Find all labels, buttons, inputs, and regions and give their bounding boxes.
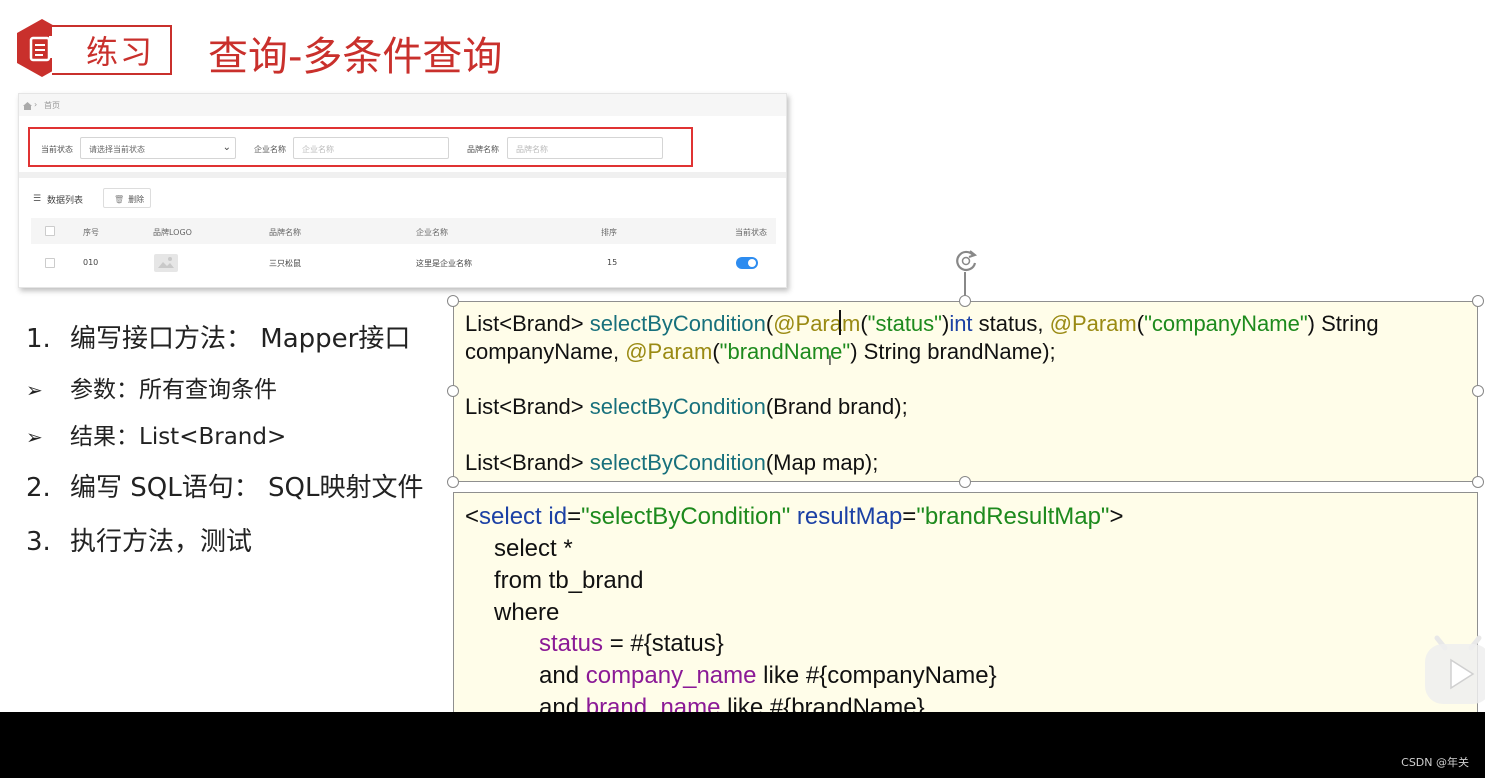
tag-label: 练习: [86, 33, 155, 71]
company-name-input[interactable]: 企业名称: [293, 137, 449, 159]
code-line: List<Brand> selectByCondition(Map map);: [465, 450, 879, 475]
select-all-checkbox[interactable]: [45, 226, 55, 236]
divider: [19, 172, 786, 178]
code-line: where: [494, 599, 560, 626]
delete-label: 删除: [128, 195, 145, 204]
step-3: 3. 执行方法，测试: [26, 527, 253, 557]
column-header: 当前状态: [735, 228, 767, 237]
rotate-handle-icon[interactable]: [951, 246, 981, 276]
status-toggle[interactable]: [736, 257, 758, 269]
watermark: CSDN @年关: [1401, 756, 1469, 769]
breadcrumb: › 首页: [19, 94, 786, 116]
code-line: List<Brand> selectByCondition(@Param("st…: [465, 311, 1379, 336]
ibeam-cursor-icon: I: [828, 352, 832, 368]
column-header: 排序: [601, 228, 617, 237]
row-id: 010: [83, 258, 99, 267]
play-icon[interactable]: [1423, 628, 1485, 706]
status-filter-label: 当前状态: [41, 145, 73, 154]
table-header: 序号 品牌LOGO 品牌名称 企业名称 排序 当前状态: [31, 218, 776, 244]
list-icon: ☰: [33, 194, 42, 204]
resize-handle[interactable]: [1472, 295, 1484, 307]
code-line: and brand_name like #{brandName}: [539, 694, 925, 712]
slide: 练习 查询-多条件查询 › 首页 当前状态 请选择当前状态 ⌄ 企业名称 企业名…: [0, 0, 1485, 712]
chevron-down-icon: ⌄: [222, 142, 231, 153]
data-list-title: 数据列表: [47, 196, 84, 206]
column-header: 品牌名称: [269, 228, 301, 237]
status-select[interactable]: 请选择当前状态 ⌄: [80, 137, 236, 159]
trash-icon: 🗑: [114, 195, 125, 204]
code-line: <select id="selectByCondition" resultMap…: [465, 503, 1124, 530]
code-line: from tb_brand: [494, 567, 644, 594]
embedded-screenshot: › 首页 当前状态 请选择当前状态 ⌄ 企业名称 企业名称 品牌名称 品牌名称 …: [18, 93, 787, 288]
step-2: 2. 编写 SQL语句： SQL映射文件: [26, 473, 424, 503]
step-1: 1. 编写接口方法： Mapper接口: [26, 324, 411, 354]
company-filter-label: 企业名称: [254, 145, 286, 154]
sql-mapping-code-box[interactable]: <select id="selectByCondition" resultMap…: [453, 492, 1478, 712]
code-line: List<Brand> selectByCondition(Brand bran…: [465, 394, 908, 419]
video-bottom-bar: CSDN @年关: [0, 712, 1485, 778]
mapper-interface-code-box[interactable]: List<Brand> selectByCondition(@Param("st…: [453, 301, 1478, 482]
text-caret: [839, 310, 841, 335]
code-line: companyName, @Param("brandName") String …: [465, 339, 1056, 364]
breadcrumb-separator: ›: [34, 100, 38, 109]
brand-name-input[interactable]: 品牌名称: [507, 137, 663, 159]
brand-logo-image: [154, 254, 178, 272]
slide-title: 查询-多条件查询: [208, 34, 503, 80]
row-company-name: 这里是企业名称: [416, 259, 472, 268]
resize-handle[interactable]: [447, 385, 459, 397]
code-line: and company_name like #{companyName}: [539, 662, 997, 689]
resize-handle[interactable]: [959, 476, 971, 488]
step-1-result: ➢ 结果：List<Brand>: [26, 424, 287, 450]
code-line: select *: [494, 535, 573, 562]
row-brand-name: 三只松鼠: [269, 259, 301, 268]
column-header: 品牌LOGO: [153, 228, 192, 237]
resize-handle[interactable]: [1472, 385, 1484, 397]
breadcrumb-home[interactable]: 首页: [44, 100, 60, 111]
home-icon: [23, 102, 32, 110]
resize-handle[interactable]: [1472, 476, 1484, 488]
row-checkbox[interactable]: [45, 258, 55, 268]
resize-handle[interactable]: [447, 476, 459, 488]
status-select-value: 请选择当前状态: [89, 145, 145, 154]
brand-filter-label: 品牌名称: [467, 145, 499, 154]
delete-button[interactable]: 🗑 删除: [103, 188, 151, 208]
resize-handle[interactable]: [447, 295, 459, 307]
step-1-param: ➢ 参数：所有查询条件: [26, 377, 277, 403]
resize-handle[interactable]: [959, 295, 971, 307]
row-ordered: 15: [607, 258, 618, 267]
table-row: 010 三只松鼠 这里是企业名称 15: [31, 248, 776, 278]
company-name-placeholder: 企业名称: [302, 145, 334, 154]
brand-name-placeholder: 品牌名称: [516, 145, 548, 154]
column-header: 序号: [83, 228, 99, 237]
column-header: 企业名称: [416, 228, 448, 237]
code-line: status = #{status}: [539, 630, 724, 657]
